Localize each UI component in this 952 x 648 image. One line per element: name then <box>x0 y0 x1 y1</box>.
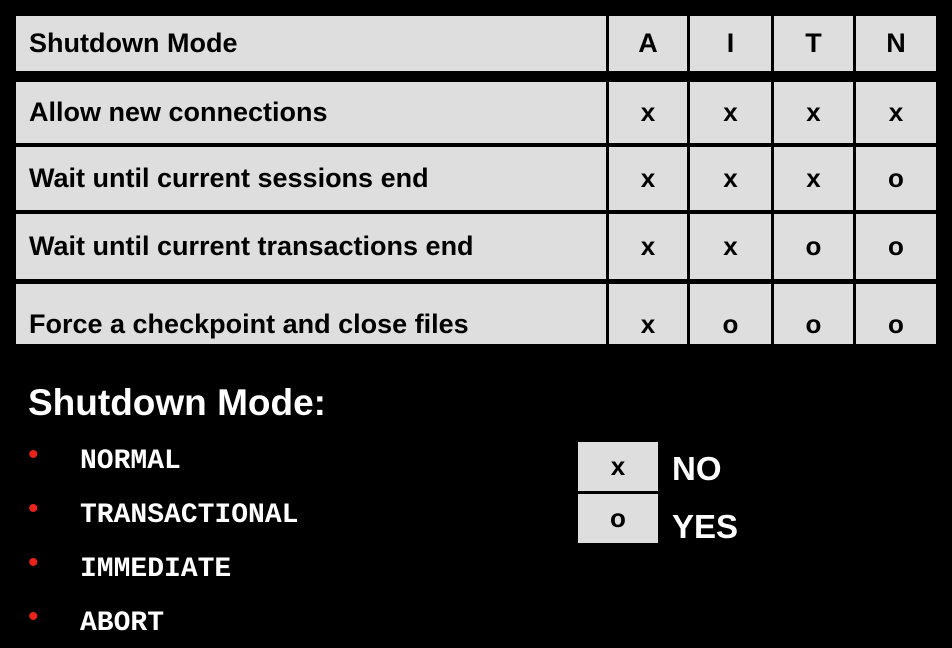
row-2-t: x <box>806 163 821 193</box>
bullet-icon: • <box>28 600 39 633</box>
row-2-label: Wait until current sessions end <box>29 163 429 193</box>
row-4-n: o <box>888 308 904 339</box>
header-col-n-text: N <box>886 28 906 58</box>
list-item: • IMMEDIATE <box>28 546 232 589</box>
table-cell: x <box>609 147 687 210</box>
row-1-t: x <box>806 97 821 127</box>
bullet-icon: • <box>28 438 39 471</box>
table-cell: o <box>856 214 936 279</box>
table-cell: o <box>774 284 853 344</box>
legend-meaning-yes: YES <box>672 508 739 545</box>
table-cell: x <box>774 82 853 143</box>
legend-symbol-x: x <box>578 442 658 491</box>
list-item: • NORMAL <box>28 438 181 481</box>
row-4-t: o <box>805 308 822 339</box>
row-2-a: x <box>640 163 656 193</box>
bullet-icon: • <box>28 546 39 579</box>
legend-meaning-no: NO <box>672 450 722 487</box>
row-4-label: Force a checkpoint and close files <box>29 308 469 339</box>
table-cell: x <box>690 82 771 143</box>
row-3-label: Wait until current transactions end <box>29 231 474 261</box>
row-2-n: o <box>888 163 904 193</box>
header-col-n: N <box>856 16 936 71</box>
row-1-a: x <box>640 97 656 127</box>
row-3-a: x <box>640 231 656 261</box>
table-cell: o <box>856 284 936 344</box>
table-cell: x <box>690 147 771 210</box>
row-1-n: x <box>888 97 904 127</box>
header-col-a: A <box>609 16 687 71</box>
header-col-a-text: A <box>638 28 658 58</box>
header-col-i: I <box>690 16 771 71</box>
table-row-label: Wait until current transactions end <box>16 214 606 279</box>
table-cell: x <box>690 214 771 279</box>
row-1-i: x <box>723 97 738 127</box>
mode-transactional: TRANSACTIONAL <box>80 499 299 531</box>
list-item: • ABORT <box>28 600 165 643</box>
table-row-label: Force a checkpoint and close files <box>16 284 606 344</box>
table-row-label: Allow new connections <box>16 82 606 143</box>
table-cell: o <box>774 214 853 279</box>
header-label: Shutdown Mode <box>29 28 238 58</box>
row-4-i: o <box>722 308 739 339</box>
legend-x-text: x <box>610 451 626 481</box>
row-3-n: o <box>888 231 904 261</box>
mode-abort: ABORT <box>80 607 165 639</box>
table-cell: x <box>774 147 853 210</box>
row-1-label: Allow new connections <box>29 97 328 127</box>
header-label-cell: Shutdown Mode <box>16 16 606 71</box>
table-cell: x <box>609 82 687 143</box>
mode-immediate: IMMEDIATE <box>80 553 232 585</box>
row-3-t: o <box>805 231 822 261</box>
table-cell: x <box>609 284 687 344</box>
legend-symbol-o: o <box>578 494 658 543</box>
row-2-i: x <box>723 163 738 193</box>
table-cell: x <box>856 82 936 143</box>
section-heading: Shutdown Mode: <box>28 382 326 423</box>
row-4-a: x <box>640 308 656 339</box>
table-row-label: Wait until current sessions end <box>16 147 606 210</box>
header-col-t: T <box>774 16 853 71</box>
bullet-icon: • <box>28 492 39 525</box>
row-3-i: x <box>723 231 738 261</box>
legend-o-text: o <box>610 503 626 533</box>
header-col-i-text: I <box>726 28 735 58</box>
mode-normal: NORMAL <box>80 445 181 477</box>
header-col-t-text: T <box>805 28 822 58</box>
table-cell: x <box>609 214 687 279</box>
table-cell: o <box>690 284 771 344</box>
list-item: • TRANSACTIONAL <box>28 492 299 535</box>
table-cell: o <box>856 147 936 210</box>
